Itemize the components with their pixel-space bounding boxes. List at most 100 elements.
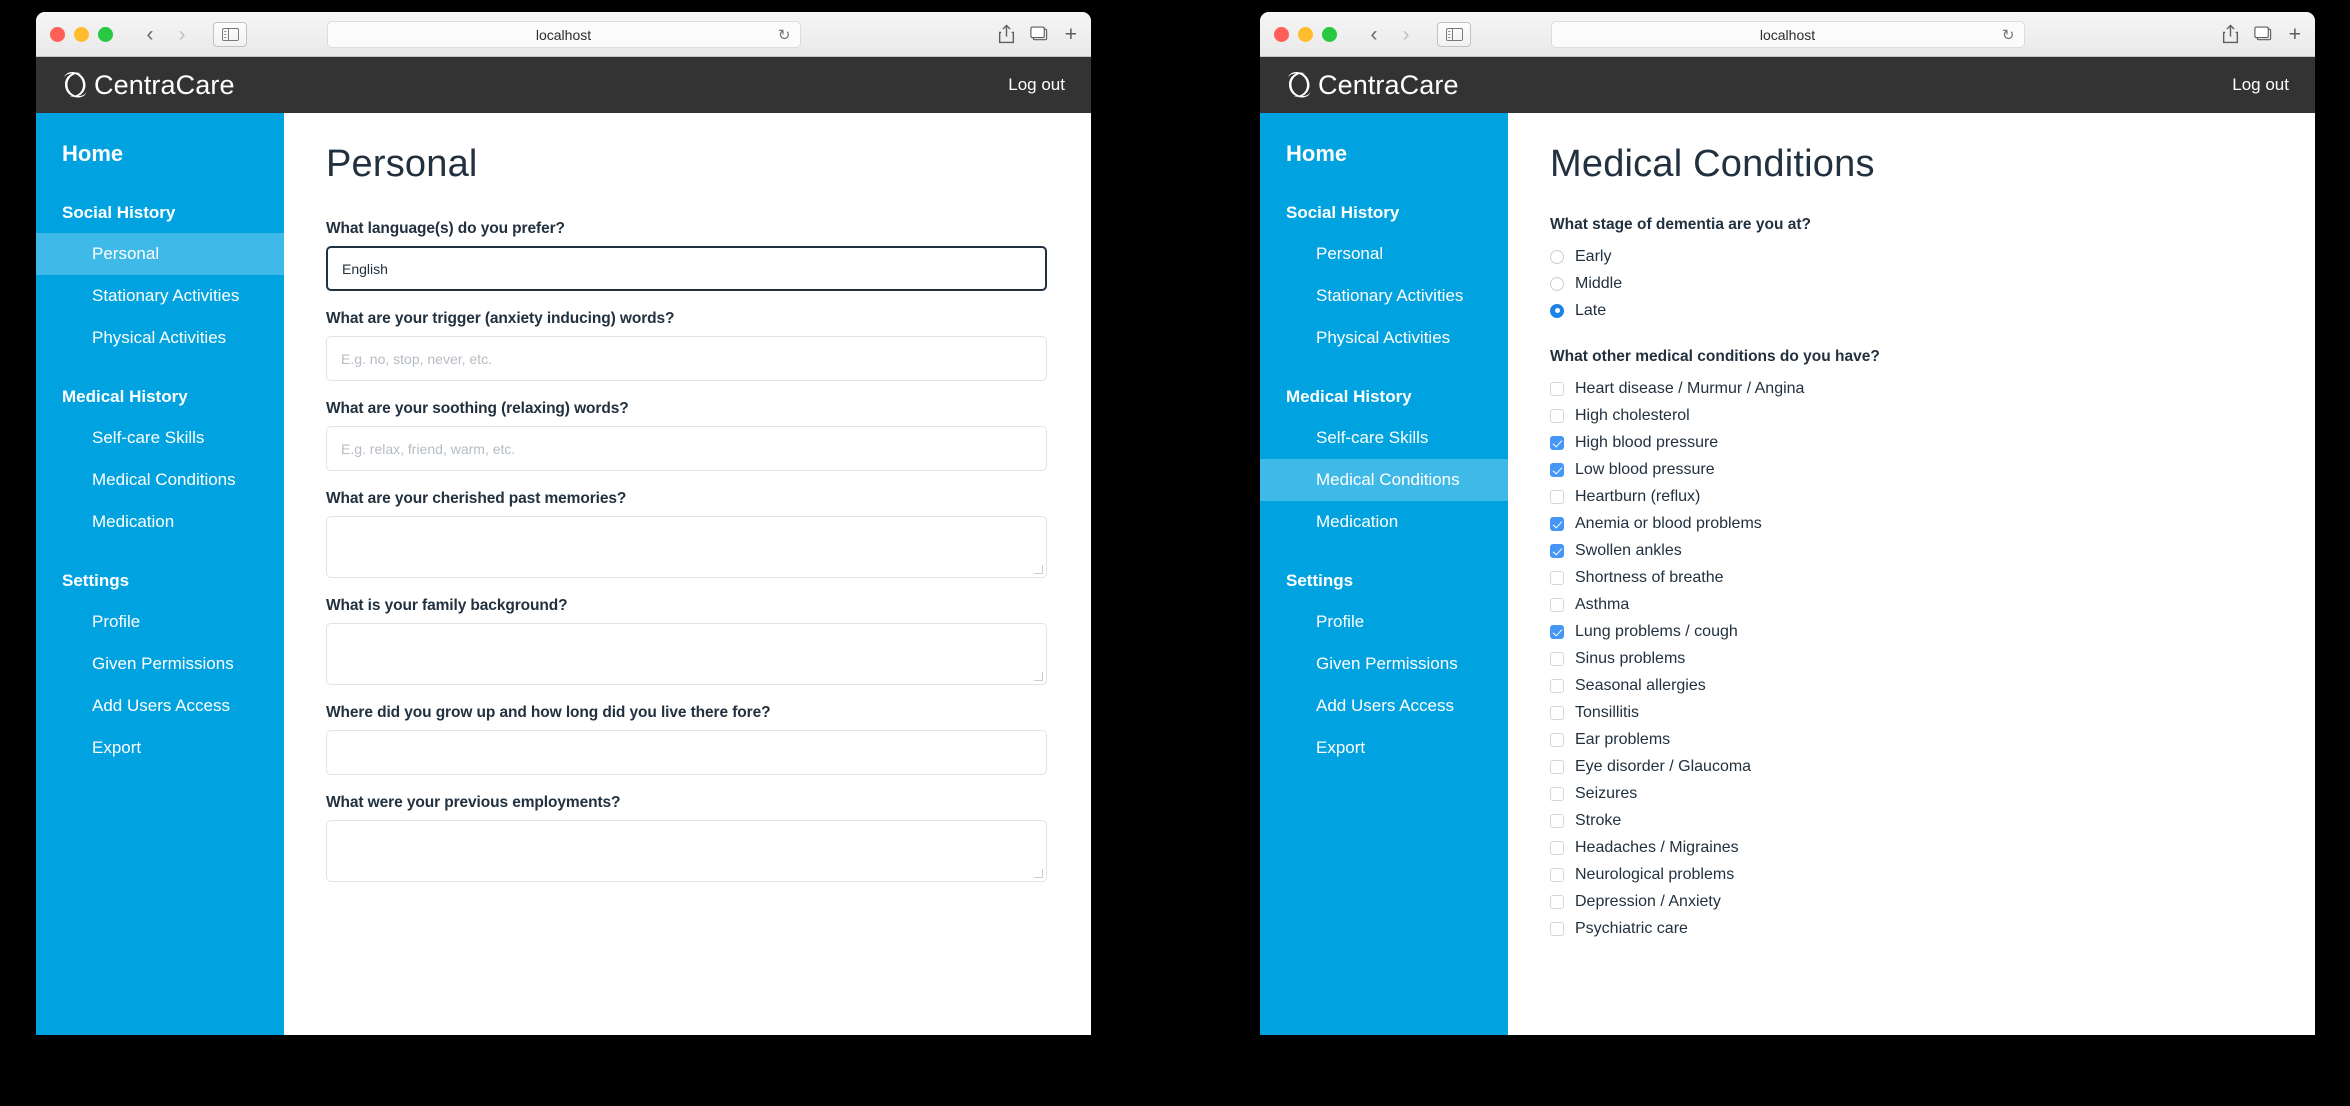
sidebar-item-medical-conditions[interactable]: Medical Conditions <box>36 459 284 501</box>
radio-button-icon[interactable] <box>1550 303 1564 318</box>
sidebar-item-stationary-activities[interactable]: Stationary Activities <box>36 275 284 317</box>
textarea-input[interactable] <box>326 516 1047 578</box>
back-icon[interactable]: ‹ <box>135 21 165 47</box>
checkbox-option[interactable]: Ear problems <box>1550 726 2271 753</box>
checkbox-option[interactable]: High cholesterol <box>1550 402 2271 429</box>
sidebar-item-profile[interactable]: Profile <box>1260 601 1508 643</box>
checkbox-option[interactable]: Tonsillitis <box>1550 699 2271 726</box>
checkbox-option[interactable]: Heartburn (reflux) <box>1550 483 2271 510</box>
text-input[interactable] <box>326 730 1047 775</box>
checkbox-icon[interactable] <box>1550 543 1564 558</box>
checkbox-icon[interactable] <box>1550 489 1564 504</box>
checkbox-icon[interactable] <box>1550 651 1564 666</box>
new-tab-icon[interactable]: + <box>1065 24 1077 45</box>
reload-icon[interactable]: ↻ <box>778 26 791 44</box>
checkbox-icon[interactable] <box>1550 921 1564 936</box>
sidebar-item-physical-activities[interactable]: Physical Activities <box>1260 317 1508 359</box>
tab-overview-icon[interactable] <box>2254 24 2273 44</box>
checkbox-icon[interactable] <box>1550 381 1564 396</box>
sidebar-item-personal[interactable]: Personal <box>36 233 284 275</box>
sidebar-toggle-icon[interactable] <box>213 21 247 47</box>
zoom-window-button[interactable] <box>1322 26 1337 42</box>
checkbox-option[interactable]: High blood pressure <box>1550 429 2271 456</box>
checkbox-option[interactable]: Seizures <box>1550 780 2271 807</box>
reload-icon[interactable]: ↻ <box>2002 26 2015 44</box>
tab-overview-icon[interactable] <box>1030 24 1049 44</box>
checkbox-icon[interactable] <box>1550 759 1564 774</box>
minimize-window-button[interactable] <box>1298 26 1313 42</box>
checkbox-icon[interactable] <box>1550 516 1564 531</box>
sidebar-item-home[interactable]: Home <box>36 133 284 175</box>
checkbox-icon[interactable] <box>1550 705 1564 720</box>
sidebar-item-medication[interactable]: Medication <box>36 501 284 543</box>
checkbox-icon[interactable] <box>1550 840 1564 855</box>
share-icon[interactable] <box>997 24 1016 44</box>
checkbox-option[interactable]: Neurological problems <box>1550 861 2271 888</box>
sidebar-item-add-users-access[interactable]: Add Users Access <box>36 685 284 727</box>
close-window-button[interactable] <box>50 26 65 42</box>
checkbox-option[interactable]: Low blood pressure <box>1550 456 2271 483</box>
checkbox-icon[interactable] <box>1550 678 1564 693</box>
zoom-window-button[interactable] <box>98 26 113 42</box>
sidebar-item-given-permissions[interactable]: Given Permissions <box>1260 643 1508 685</box>
checkbox-option[interactable]: Eye disorder / Glaucoma <box>1550 753 2271 780</box>
minimize-window-button[interactable] <box>74 26 89 42</box>
logout-button[interactable]: Log out <box>1008 75 1065 95</box>
sidebar-item-medical-conditions[interactable]: Medical Conditions <box>1260 459 1508 501</box>
logout-button[interactable]: Log out <box>2232 75 2289 95</box>
textarea-input[interactable] <box>326 623 1047 685</box>
sidebar-item-physical-activities[interactable]: Physical Activities <box>36 317 284 359</box>
checkbox-icon[interactable] <box>1550 786 1564 801</box>
checkbox-option[interactable]: Swollen ankles <box>1550 537 2271 564</box>
sidebar-item-self-care-skills[interactable]: Self-care Skills <box>36 417 284 459</box>
sidebar-item-self-care-skills[interactable]: Self-care Skills <box>1260 417 1508 459</box>
checkbox-option[interactable]: Heart disease / Murmur / Angina <box>1550 375 2271 402</box>
forward-icon[interactable]: › <box>1391 21 1421 47</box>
text-input[interactable]: English <box>326 246 1047 291</box>
checkbox-icon[interactable] <box>1550 570 1564 585</box>
address-bar[interactable]: localhost ↻ <box>1550 21 2025 48</box>
checkbox-option[interactable]: Seasonal allergies <box>1550 672 2271 699</box>
checkbox-option[interactable]: Psychiatric care <box>1550 915 2271 942</box>
sidebar-item-export[interactable]: Export <box>1260 727 1508 769</box>
checkbox-icon[interactable] <box>1550 408 1564 423</box>
radio-button-icon[interactable] <box>1550 249 1564 264</box>
sidebar-item-add-users-access[interactable]: Add Users Access <box>1260 685 1508 727</box>
checkbox-option[interactable]: Headaches / Migraines <box>1550 834 2271 861</box>
checkbox-option[interactable]: Stroke <box>1550 807 2271 834</box>
text-input[interactable]: E.g. relax, friend, warm, etc. <box>326 426 1047 471</box>
sidebar-item-medication[interactable]: Medication <box>1260 501 1508 543</box>
back-icon[interactable]: ‹ <box>1359 21 1389 47</box>
new-tab-icon[interactable]: + <box>2289 24 2301 45</box>
checkbox-icon[interactable] <box>1550 867 1564 882</box>
checkbox-icon[interactable] <box>1550 624 1564 639</box>
address-bar[interactable]: localhost ↻ <box>326 21 801 48</box>
sidebar-toggle-icon[interactable] <box>1437 21 1471 47</box>
radio-option-early[interactable]: Early <box>1550 243 2271 270</box>
checkbox-option[interactable]: Shortness of breathe <box>1550 564 2271 591</box>
checkbox-icon[interactable] <box>1550 435 1564 450</box>
radio-option-late[interactable]: Late <box>1550 297 2271 324</box>
checkbox-option[interactable]: Anemia or blood problems <box>1550 510 2271 537</box>
close-window-button[interactable] <box>1274 26 1289 42</box>
sidebar-item-stationary-activities[interactable]: Stationary Activities <box>1260 275 1508 317</box>
checkbox-icon[interactable] <box>1550 894 1564 909</box>
sidebar-item-export[interactable]: Export <box>36 727 284 769</box>
sidebar-item-personal[interactable]: Personal <box>1260 233 1508 275</box>
text-input[interactable]: E.g. no, stop, never, etc. <box>326 336 1047 381</box>
checkbox-option[interactable]: Sinus problems <box>1550 645 2271 672</box>
checkbox-option[interactable]: Asthma <box>1550 591 2271 618</box>
checkbox-icon[interactable] <box>1550 597 1564 612</box>
sidebar-item-given-permissions[interactable]: Given Permissions <box>36 643 284 685</box>
sidebar-item-home[interactable]: Home <box>1260 133 1508 175</box>
checkbox-option[interactable]: Lung problems / cough <box>1550 618 2271 645</box>
radio-option-middle[interactable]: Middle <box>1550 270 2271 297</box>
sidebar-item-profile[interactable]: Profile <box>36 601 284 643</box>
checkbox-option[interactable]: Depression / Anxiety <box>1550 888 2271 915</box>
checkbox-icon[interactable] <box>1550 462 1564 477</box>
textarea-input[interactable] <box>326 820 1047 882</box>
checkbox-icon[interactable] <box>1550 732 1564 747</box>
radio-button-icon[interactable] <box>1550 276 1564 291</box>
share-icon[interactable] <box>2221 24 2240 44</box>
checkbox-icon[interactable] <box>1550 813 1564 828</box>
